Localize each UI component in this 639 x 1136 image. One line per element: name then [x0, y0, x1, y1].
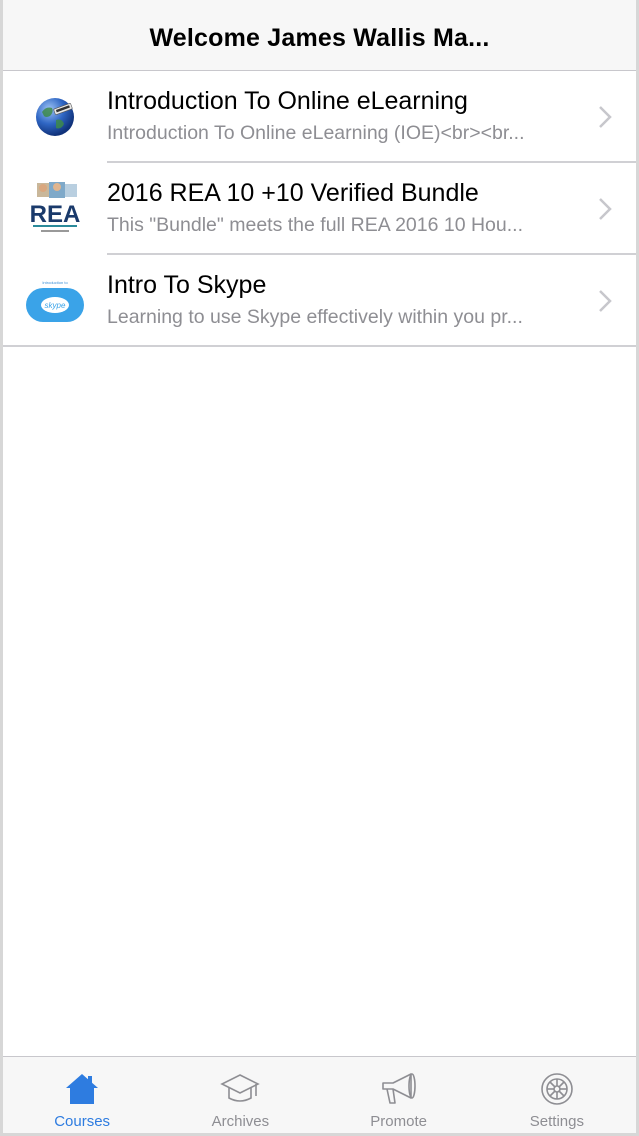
- course-description: This "Bundle" meets the full REA 2016 10…: [107, 214, 523, 236]
- globe-icon: [25, 87, 85, 147]
- course-description: Introduction To Online eLearning (IOE)<b…: [107, 122, 525, 144]
- svg-text:Introduction to: Introduction to: [42, 280, 68, 285]
- rea-logo-icon: REA: [25, 179, 85, 239]
- course-title: Introduction To Online eLearning: [107, 87, 468, 115]
- row-separator: [3, 345, 636, 347]
- svg-text:REA: REA: [30, 201, 81, 228]
- tab-label: Settings: [529, 1113, 584, 1130]
- house-icon: [62, 1069, 102, 1109]
- tab-bar: Courses Archives Promote Settings: [3, 1056, 636, 1136]
- course-description: Learning to use Skype effectively within…: [107, 306, 523, 328]
- tab-promote[interactable]: Promote: [320, 1057, 478, 1136]
- navigation-bar: Welcome James Wallis Ma...: [3, 0, 636, 71]
- page-title: Welcome James Wallis Ma...: [149, 23, 490, 52]
- tab-label: Archives: [211, 1113, 270, 1130]
- tab-courses[interactable]: Courses: [3, 1057, 161, 1136]
- tab-settings[interactable]: Settings: [478, 1057, 636, 1136]
- gear-icon: [537, 1069, 577, 1109]
- course-title: 2016 REA 10 +10 Verified Bundle: [107, 179, 479, 207]
- course-row-2016-rea-bundle[interactable]: REA 2016 REA 10 +10 Verified Bundle This…: [3, 163, 636, 255]
- tab-label: Courses: [54, 1113, 111, 1130]
- course-row-intro-to-skype[interactable]: Introduction to skype Intro To Skype Lea…: [3, 255, 636, 347]
- chevron-right-icon: [599, 198, 612, 220]
- course-list: Introduction To Online eLearning Introdu…: [3, 71, 636, 347]
- chevron-right-icon: [599, 106, 612, 128]
- course-row-introduction-to-online-elearning[interactable]: Introduction To Online eLearning Introdu…: [3, 71, 636, 163]
- megaphone-icon: [379, 1069, 419, 1109]
- chevron-right-icon: [599, 290, 612, 312]
- tab-archives[interactable]: Archives: [161, 1057, 319, 1136]
- course-title: Intro To Skype: [107, 271, 267, 299]
- skype-icon: Introduction to skype: [25, 271, 85, 331]
- svg-text:skype: skype: [45, 301, 66, 310]
- graduation-cap-icon: [220, 1069, 261, 1109]
- tab-label: Promote: [370, 1113, 427, 1130]
